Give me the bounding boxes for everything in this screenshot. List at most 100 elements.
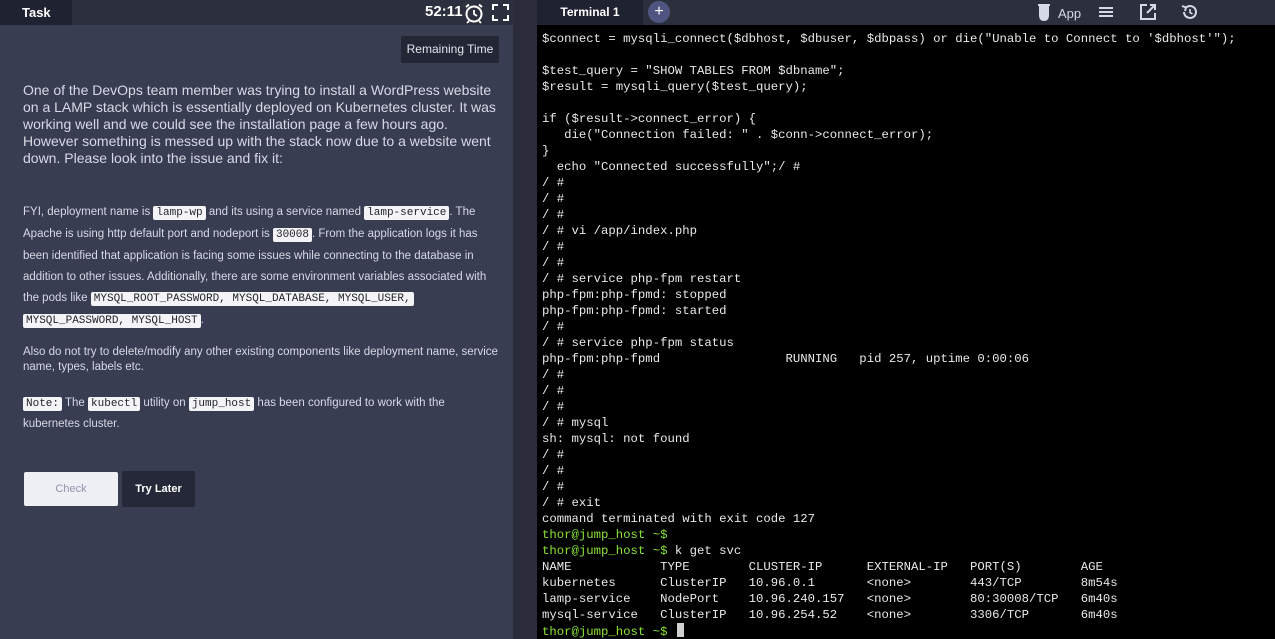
menu-icon[interactable] — [1096, 2, 1116, 22]
env-vars-code: MYSQL_ROOT_PASSWORD, MYSQL_DATABASE, MYS… — [90, 292, 414, 306]
note-text: The — [62, 397, 89, 409]
terminal-output[interactable]: $connect = mysqli_connect($dbhost, $dbus… — [542, 31, 1272, 639]
terminal-line: } — [542, 143, 1272, 159]
terminal-line: / # — [542, 239, 1272, 255]
app-button[interactable]: App — [1037, 2, 1095, 24]
terminal-text: sh: mysql: not found — [542, 432, 690, 446]
terminal-text: / # — [542, 208, 565, 222]
alarm-clock-icon[interactable] — [463, 2, 485, 24]
terminal-line: echo "Connected successfully";/ # — [542, 159, 1272, 175]
task-header: Task 52:11 — [0, 0, 513, 25]
shell-prompt: thor@jump_host ~$ — [542, 544, 668, 558]
terminal-panel: Terminal 1 + App $connect = mysqli_conne… — [537, 0, 1275, 639]
terminal-tab[interactable]: Terminal 1 — [537, 0, 643, 25]
terminal-line: $result = mysqli_query($test_query); — [542, 79, 1272, 95]
terminal-text: / # exit — [542, 496, 602, 510]
terminal-text: NAME TYPE CLUSTER-IP EXTERNAL-IP PORT(S)… — [542, 560, 1103, 574]
terminal-text: / # — [542, 384, 565, 398]
terminal-line: / # — [542, 447, 1272, 463]
terminal-line: / # mysql — [542, 415, 1272, 431]
terminal-text: die("Connection failed: " . $conn->conne… — [542, 128, 934, 142]
terminal-line: php-fpm:php-fpmd: started — [542, 303, 1272, 319]
check-button[interactable]: Check — [24, 472, 118, 506]
terminal-line: / # vi /app/index.php — [542, 223, 1272, 239]
terminal-text: / # — [542, 368, 565, 382]
task-tab[interactable]: Task — [0, 0, 72, 25]
terminal-text: / # — [542, 176, 565, 190]
beaker-icon — [1038, 4, 1050, 21]
add-terminal-button[interactable]: + — [648, 1, 670, 23]
deployment-name-code: lamp-wp — [153, 206, 206, 220]
terminal-text: kubernetes ClusterIP 10.96.0.1 <none> 44… — [542, 576, 1118, 590]
terminal-text: php-fpm:php-fpmd: started — [542, 304, 727, 318]
panel-divider[interactable] — [513, 0, 537, 639]
service-name-code: lamp-service — [364, 206, 450, 220]
note-tag: Note: — [23, 397, 63, 411]
terminal-line: kubernetes ClusterIP 10.96.0.1 <none> 44… — [542, 575, 1272, 591]
terminal-line: die("Connection failed: " . $conn->conne… — [542, 127, 1272, 143]
terminal-line: / # — [542, 463, 1272, 479]
terminal-line: thor@jump_host ~$ — [542, 623, 1272, 639]
fyi-text: . — [200, 314, 204, 326]
terminal-line: mysql-service ClusterIP 10.96.254.52 <no… — [542, 607, 1272, 623]
terminal-text: / # — [542, 400, 565, 414]
terminal-line: / # — [542, 191, 1272, 207]
reset-icon[interactable] — [1180, 2, 1200, 22]
terminal-line: if ($result->connect_error) { — [542, 111, 1272, 127]
terminal-text: / # — [542, 192, 565, 206]
terminal-text: / # — [542, 240, 565, 254]
terminal-text: / # mysql — [542, 416, 609, 430]
task-warning: Also do not try to delete/modify any oth… — [23, 346, 498, 373]
terminal-text: echo "Connected successfully";/ # — [542, 160, 801, 174]
task-description: One of the DevOps team member was trying… — [23, 82, 496, 166]
terminal-line: lamp-service NodePort 10.96.240.157 <non… — [542, 591, 1272, 607]
terminal-text: $connect = mysqli_connect($dbhost, $dbus… — [542, 32, 1236, 46]
terminal-text: / # — [542, 256, 565, 270]
try-later-button[interactable]: Try Later — [122, 471, 195, 507]
terminal-text: mysql-service ClusterIP 10.96.254.52 <no… — [542, 608, 1118, 622]
nodeport-code: 30008 — [272, 228, 312, 242]
env-vars-code: MYSQL_PASSWORD, MYSQL_HOST — [23, 314, 201, 328]
terminal-line: / # — [542, 207, 1272, 223]
terminal-line: / # exit — [542, 495, 1272, 511]
terminal-line: thor@jump_host ~$ — [542, 527, 1272, 543]
terminal-text: php-fpm:php-fpmd RUNNING pid 257, uptime… — [542, 352, 1030, 366]
terminal-text: / # service php-fpm status — [542, 336, 734, 350]
terminal-line: php-fpm:php-fpmd: stopped — [542, 287, 1272, 303]
fullscreen-icon[interactable] — [492, 4, 509, 21]
remaining-time-tooltip: Remaining Time — [401, 36, 499, 63]
terminal-text: if ($result->connect_error) { — [542, 112, 757, 126]
note-text: utility on — [140, 397, 189, 409]
terminal-text: php-fpm:php-fpmd: stopped — [542, 288, 727, 302]
app-label: App — [1058, 6, 1082, 21]
shell-prompt: thor@jump_host ~$ — [542, 528, 668, 542]
jump-host-code: jump_host — [188, 397, 255, 411]
terminal-line: php-fpm:php-fpmd RUNNING pid 257, uptime… — [542, 351, 1272, 367]
terminal-text: / # service php-fpm restart — [542, 272, 742, 286]
terminal-line: NAME TYPE CLUSTER-IP EXTERNAL-IP PORT(S)… — [542, 559, 1272, 575]
shell-prompt: thor@jump_host ~$ — [542, 625, 668, 639]
task-note: Note: The kubectl utility on jump_host h… — [23, 393, 498, 434]
fyi-text: and its using a service named — [205, 206, 365, 218]
terminal-text: / # vi /app/index.php — [542, 224, 697, 238]
task-panel: Task 52:11 Remaining Time One of the Dev… — [0, 0, 513, 639]
terminal-line: / # — [542, 383, 1272, 399]
terminal-text: command terminated with exit code 127 — [542, 512, 816, 526]
terminal-line: sh: mysql: not found — [542, 431, 1272, 447]
terminal-line: / # — [542, 367, 1272, 383]
terminal-text: $result = mysqli_query($test_query); — [542, 80, 808, 94]
terminal-line: $test_query = "SHOW TABLES FROM $dbname"… — [542, 63, 1272, 79]
terminal-line: / # — [542, 255, 1272, 271]
timer: 52:11 — [425, 3, 463, 20]
terminal-line: $connect = mysqli_connect($dbhost, $dbus… — [542, 31, 1272, 47]
terminal-text: lamp-service NodePort 10.96.240.157 <non… — [542, 592, 1118, 606]
terminal-line: / # service php-fpm restart — [542, 271, 1272, 287]
terminal-line: / # — [542, 399, 1272, 415]
open-external-icon[interactable] — [1138, 2, 1158, 22]
terminal-line: / # — [542, 479, 1272, 495]
terminal-text: / # — [542, 448, 565, 462]
terminal-text: / # — [542, 464, 565, 478]
terminal-line: / # — [542, 175, 1272, 191]
